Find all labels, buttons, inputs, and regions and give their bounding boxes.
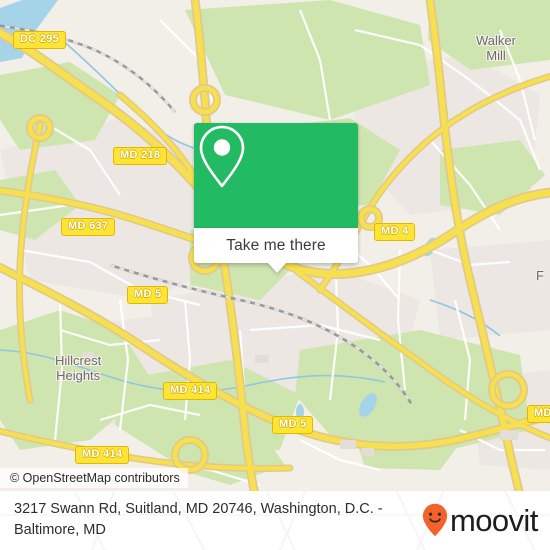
shield-md-218[interactable]: MD 218	[113, 147, 168, 165]
moovit-logo: moovit	[422, 503, 538, 537]
shield-md-637[interactable]: MD 637	[61, 218, 116, 236]
shield-md-5-a[interactable]: MD 5	[127, 286, 169, 304]
shield-md-4[interactable]: MD 4	[374, 223, 416, 241]
moovit-wordmark: moovit	[450, 502, 538, 538]
moovit-pin-smiley-icon	[422, 503, 448, 537]
shield-md-5-b[interactable]: MD 5	[272, 416, 314, 434]
map-screenshot: Walker Mill Hillcrest Heights F DC 295 M…	[0, 0, 550, 550]
take-me-there-label: Take me there	[226, 236, 326, 254]
callout-header	[194, 123, 358, 228]
map-canvas[interactable]: Walker Mill Hillcrest Heights F DC 295 M…	[0, 0, 550, 491]
shield-md-414-b[interactable]: MD 414	[75, 446, 130, 464]
shield-dc-295[interactable]: DC 295	[13, 31, 67, 49]
map-pin-icon	[199, 125, 245, 188]
take-me-there-callout[interactable]: Take me there	[194, 123, 358, 273]
callout-tail	[267, 262, 287, 273]
address-text: 3217 Swann Rd, Suitland, MD 20746, Washi…	[14, 501, 383, 538]
take-me-there-button[interactable]: Take me there	[194, 228, 358, 273]
footer-bar: 3217 Swann Rd, Suitland, MD 20746, Washi…	[0, 491, 550, 550]
osm-attribution[interactable]: © OpenStreetMap contributors	[0, 468, 188, 488]
shield-md-414-a[interactable]: MD 414	[163, 382, 218, 400]
shield-md-clipped[interactable]: MD	[527, 405, 550, 423]
